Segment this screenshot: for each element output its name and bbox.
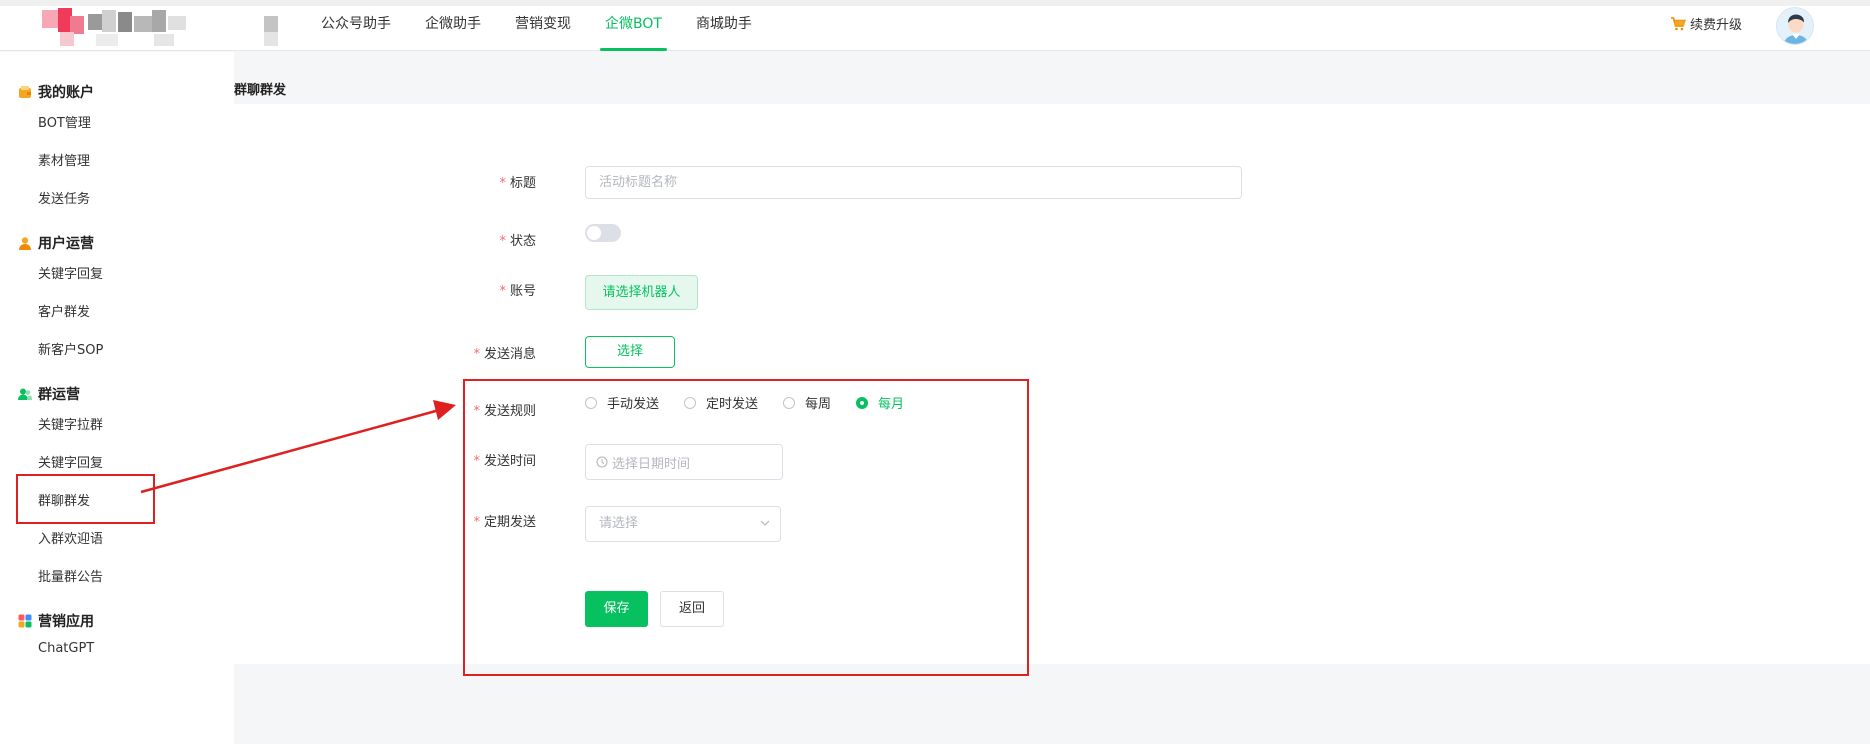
renew-upgrade-link[interactable]: 续费升级 [1670, 14, 1742, 33]
nav-tab-wecom-bot[interactable]: 企微BOT [588, 0, 679, 51]
sidebar-group-my-account: 我的账户 [18, 82, 94, 102]
status-label: * 状态 [499, 234, 536, 249]
sidebar-item-bot-management[interactable]: BOT管理 [38, 112, 91, 131]
nav-tab-wechat-official[interactable]: 公众号助手 [304, 0, 408, 51]
send-message-label: * 发送消息 [473, 347, 536, 362]
sidebar-item-group-welcome[interactable]: 入群欢迎语 [38, 528, 103, 547]
sidebar-group-marketing-apps: 营销应用 [18, 611, 94, 631]
sidebar-item-group-keyword-reply[interactable]: 关键字回复 [38, 452, 103, 471]
user-avatar[interactable] [1776, 7, 1814, 45]
avatar-person-icon [1777, 8, 1813, 44]
title-label: * 标题 [499, 176, 536, 191]
nav-tab-home[interactable]: 页 [280, 0, 304, 51]
title-input[interactable]: 活动标题名称 [585, 166, 1242, 199]
sidebar-group-group-ops: 群运营 [18, 384, 80, 404]
nav-tab-wecom-assistant[interactable]: 企微助手 [408, 0, 498, 51]
select-message-button[interactable]: 选择 [585, 336, 675, 368]
toggle-knob [587, 226, 601, 240]
sidebar-item-keyword-group-invite[interactable]: 关键字拉群 [38, 414, 103, 433]
user-icon [19, 237, 31, 250]
renew-label: 续费升级 [1690, 18, 1743, 33]
annotation-sidebar-box [16, 474, 155, 524]
top-navigation-bar: 页 公众号助手 企微助手 营销变现 企微BOT 商城助手 续费升级 [0, 0, 1870, 51]
sidebar-item-new-customer-sop[interactable]: 新客户SOP [38, 339, 103, 358]
annotation-highlight-box [463, 379, 1029, 676]
sidebar-item-user-keyword-reply[interactable]: 关键字回复 [38, 263, 103, 282]
sidebar-item-materials[interactable]: 素材管理 [38, 150, 90, 169]
apps-icon [18, 614, 32, 628]
sidebar: 我的账户 BOT管理 素材管理 发送任务 用户运营 关键字回复 客户群发 新客户… [0, 52, 234, 744]
page-title: 群聊群发 [234, 83, 287, 98]
main-nav-tabs: 页 公众号助手 企微助手 营销变现 企微BOT 商城助手 [280, 0, 769, 51]
status-toggle[interactable] [585, 224, 621, 242]
blurred-logo [36, 8, 302, 56]
nav-tab-mall-assistant[interactable]: 商城助手 [679, 0, 769, 51]
sidebar-group-user-ops: 用户运营 [18, 233, 94, 253]
sidebar-item-send-tasks[interactable]: 发送任务 [38, 188, 90, 207]
sidebar-item-customer-broadcast[interactable]: 客户群发 [38, 301, 90, 320]
account-label: * 账号 [499, 284, 536, 299]
sidebar-item-chatgpt[interactable]: ChatGPT [38, 641, 94, 656]
select-robot-button[interactable]: 请选择机器人 [585, 275, 698, 310]
nav-tab-marketing[interactable]: 营销变现 [498, 0, 588, 51]
wallet-icon [19, 86, 31, 98]
sidebar-item-batch-announcement[interactable]: 批量群公告 [38, 566, 103, 585]
group-icon [18, 388, 32, 400]
cart-icon [1671, 16, 1686, 30]
